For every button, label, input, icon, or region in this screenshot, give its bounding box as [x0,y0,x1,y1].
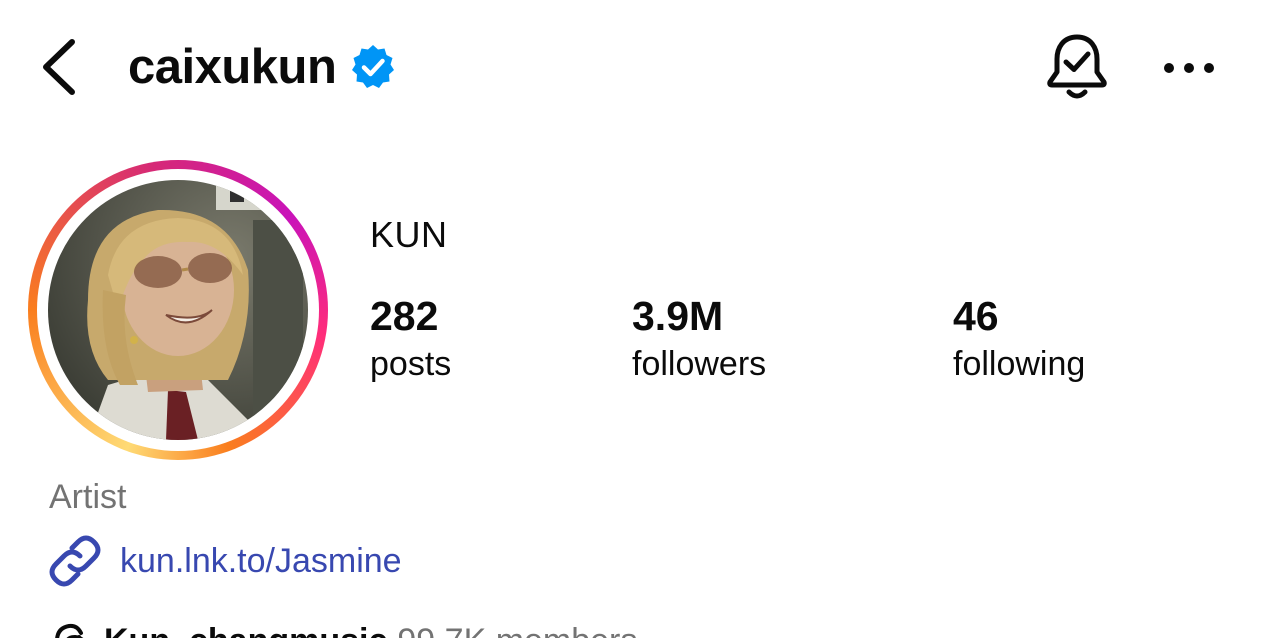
bio-link[interactable]: kun.lnk.to/Jasmine [48,534,402,588]
link-icon [48,534,102,588]
notifications-button[interactable] [1040,28,1114,106]
followers-stat[interactable]: 3.9M followers [632,290,766,386]
story-ring[interactable] [28,160,328,460]
posts-count: 282 [370,293,439,339]
posts-stat[interactable]: 282 posts [370,290,451,386]
posts-label: posts [370,345,452,383]
display-name: KUN [370,214,448,255]
back-button[interactable] [30,34,86,100]
following-count: 46 [953,293,999,339]
following-stat[interactable]: 46 following [953,290,1085,386]
threads-icon [48,618,94,638]
threads-badge[interactable]: Kun_changmusic 99.7K members [48,618,637,638]
followers-label: followers [632,345,767,383]
profile-page: caixukun KUN 282 posts 3.9M followers 46… [0,0,1284,638]
bio-link-text: kun.lnk.to/Jasmine [120,541,402,580]
chevron-left-icon [43,39,75,95]
avatar [48,180,308,440]
more-options-button[interactable] [1156,44,1222,92]
threads-name: Kun_changmusic [104,622,387,638]
username: caixukun [128,40,337,94]
header-username: caixukun [128,34,398,100]
followers-count: 3.9M [632,293,724,339]
following-label: following [953,345,1086,383]
more-horizontal-icon [1164,63,1214,73]
threads-count: 99.7K members [397,622,637,638]
verified-badge-icon [348,42,398,92]
profile-category: Artist [49,478,127,516]
bell-check-icon [1047,34,1107,99]
